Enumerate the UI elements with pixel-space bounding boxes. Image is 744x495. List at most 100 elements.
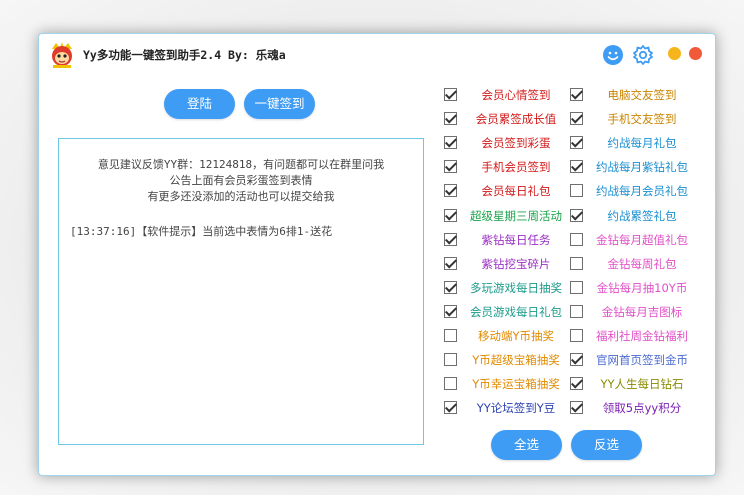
option-checkbox[interactable] xyxy=(444,256,457,270)
option-checkbox[interactable] xyxy=(444,208,457,222)
option-item[interactable]: 约战累签礼包 xyxy=(570,206,700,226)
option-label: 约战每月礼包 xyxy=(607,136,677,151)
option-label: 福利社周金钻福利 xyxy=(596,329,688,343)
option-checkbox[interactable] xyxy=(570,88,583,101)
option-label: 会员签到彩蛋 xyxy=(481,136,551,151)
option-item[interactable]: 会员游戏每日礼包 xyxy=(444,302,574,322)
option-checkbox[interactable] xyxy=(444,232,457,246)
option-checkbox[interactable] xyxy=(570,329,583,342)
option-item[interactable]: 多玩游戏每日抽奖 xyxy=(444,278,574,298)
option-item[interactable]: 紫钻每日任务 xyxy=(444,230,574,250)
option-item[interactable]: 约战每月会员礼包 xyxy=(570,181,700,201)
option-label: 约战每月会员礼包 xyxy=(596,184,688,199)
option-checkbox[interactable] xyxy=(444,353,457,367)
option-item[interactable]: 领取5点yy积分 xyxy=(570,398,700,418)
option-label: 金钻每月吉图标 xyxy=(601,304,683,319)
notice-line: 有更多还没添加的活动也可以提交给我 xyxy=(147,190,335,203)
option-checkbox[interactable] xyxy=(570,184,583,198)
option-checkbox[interactable] xyxy=(444,112,457,126)
option-checkbox[interactable] xyxy=(570,304,583,318)
option-label: 领取5点yy积分 xyxy=(602,401,682,416)
option-checkbox[interactable] xyxy=(444,377,457,391)
option-item[interactable]: 会员签到彩蛋 xyxy=(444,133,574,153)
option-label: 官网首页签到金币 xyxy=(596,353,688,368)
invert-selection-button[interactable]: 反选 xyxy=(571,430,642,460)
option-label: 超级星期三周活动 xyxy=(470,208,562,223)
option-item[interactable]: 福利社周金钻福利 xyxy=(570,326,700,346)
option-item[interactable]: Y币幸运宝箱抽奖 xyxy=(444,374,574,394)
select-all-button[interactable]: 全选 xyxy=(491,430,562,460)
option-checkbox[interactable] xyxy=(570,401,583,415)
notice-line: 公告上面有会员彩蛋签到表情 xyxy=(169,174,313,187)
log-entry: [13:37:16]【软件提示】当前选中表情为6排1-送花 xyxy=(70,225,333,238)
option-label: 紫钻每日任务 xyxy=(481,232,551,247)
option-label: 会员游戏每日礼包 xyxy=(470,304,562,319)
option-item[interactable]: 官网首页签到金币 xyxy=(570,350,700,370)
option-label: 会员心情签到 xyxy=(481,88,551,102)
option-checkbox[interactable] xyxy=(570,280,583,294)
signin-all-button[interactable]: 一键签到 xyxy=(244,89,315,119)
log-textarea[interactable]: 意见建议反馈YY群：12124818，有问题都可以在群里问我 公告上面有会员彩蛋… xyxy=(58,138,424,445)
title-bar[interactable]: Yy多功能一键签到助手2.4 By: 乐魂a xyxy=(39,34,715,76)
option-label: 约战每月紫钻礼包 xyxy=(596,160,688,175)
option-item[interactable]: Y币超级宝箱抽奖 xyxy=(444,350,574,370)
option-label: 金钻每月抽10Y币 xyxy=(596,280,688,295)
option-label: 手机会员签到 xyxy=(481,160,551,175)
option-item[interactable]: 金钻每月超值礼包 xyxy=(570,230,700,250)
option-label: 紫钻挖宝碎片 xyxy=(481,256,551,271)
option-label: 多玩游戏每日抽奖 xyxy=(470,280,562,295)
option-checkbox[interactable] xyxy=(444,304,457,318)
option-label: Y币超级宝箱抽奖 xyxy=(472,353,560,368)
option-item[interactable]: YY论坛签到Y豆 xyxy=(444,398,574,418)
option-label: 金钻每周礼包 xyxy=(607,256,677,271)
notice-line: 意见建议反馈YY群：12124818，有问题都可以在群里问我 xyxy=(97,158,385,171)
option-item[interactable]: 金钻每周礼包 xyxy=(570,254,700,274)
login-button[interactable]: 登陆 xyxy=(164,89,235,119)
option-label: 会员累签成长值 xyxy=(475,112,557,127)
option-checkbox[interactable] xyxy=(570,256,583,270)
option-label: 手机交友签到 xyxy=(607,112,677,127)
option-item[interactable]: 金钻每月吉图标 xyxy=(570,302,700,322)
option-checkbox[interactable] xyxy=(570,160,583,174)
window-title: Yy多功能一键签到助手2.4 By: 乐魂a xyxy=(83,48,286,62)
option-label: 约战累签礼包 xyxy=(607,208,677,223)
option-item[interactable]: 手机交友签到 xyxy=(570,109,700,129)
option-label: 移动端Y币抽奖 xyxy=(477,329,555,343)
option-checkbox[interactable] xyxy=(570,112,583,126)
option-item[interactable]: 电脑交友签到 xyxy=(570,85,700,105)
notice-text: 意见建议反馈YY群：12124818，有问题都可以在群里问我 公告上面有会员彩蛋… xyxy=(59,157,423,205)
option-item[interactable]: 会员每日礼包 xyxy=(444,181,574,201)
option-checkbox[interactable] xyxy=(570,136,583,150)
option-item[interactable]: 移动端Y币抽奖 xyxy=(444,326,574,346)
option-item[interactable]: 会员心情签到 xyxy=(444,85,574,105)
option-checkbox[interactable] xyxy=(444,280,457,294)
option-checkbox[interactable] xyxy=(444,136,457,150)
option-label: 金钻每月超值礼包 xyxy=(596,232,688,247)
close-dot[interactable] xyxy=(689,47,702,60)
minimize-dot[interactable] xyxy=(668,47,681,60)
option-label: 会员每日礼包 xyxy=(481,184,551,199)
option-checkbox[interactable] xyxy=(570,377,583,391)
option-checkbox[interactable] xyxy=(570,232,583,246)
smiley-icon[interactable] xyxy=(602,44,624,66)
option-checkbox[interactable] xyxy=(444,160,457,174)
option-item[interactable]: 手机会员签到 xyxy=(444,157,574,177)
option-item[interactable]: 约战每月礼包 xyxy=(570,133,700,153)
option-item[interactable]: 金钻每月抽10Y币 xyxy=(570,278,700,298)
option-item[interactable]: 紫钻挖宝碎片 xyxy=(444,254,574,274)
option-item[interactable]: YY人生每日钻石 xyxy=(570,374,700,394)
monkey-logo-icon xyxy=(52,42,72,68)
option-label: 电脑交友签到 xyxy=(607,88,677,102)
option-item[interactable]: 超级星期三周活动 xyxy=(444,206,574,226)
option-label: Y币幸运宝箱抽奖 xyxy=(472,377,560,392)
option-label: YY论坛签到Y豆 xyxy=(476,401,556,416)
option-checkbox[interactable] xyxy=(444,88,457,101)
option-item[interactable]: 会员累签成长值 xyxy=(444,109,574,129)
option-checkbox[interactable] xyxy=(570,353,583,367)
option-checkbox[interactable] xyxy=(444,329,457,342)
gear-icon[interactable] xyxy=(632,44,654,66)
option-item[interactable]: 约战每月紫钻礼包 xyxy=(570,157,700,177)
option-checkbox[interactable] xyxy=(444,184,457,198)
option-checkbox[interactable] xyxy=(444,401,457,415)
option-checkbox[interactable] xyxy=(570,208,583,222)
